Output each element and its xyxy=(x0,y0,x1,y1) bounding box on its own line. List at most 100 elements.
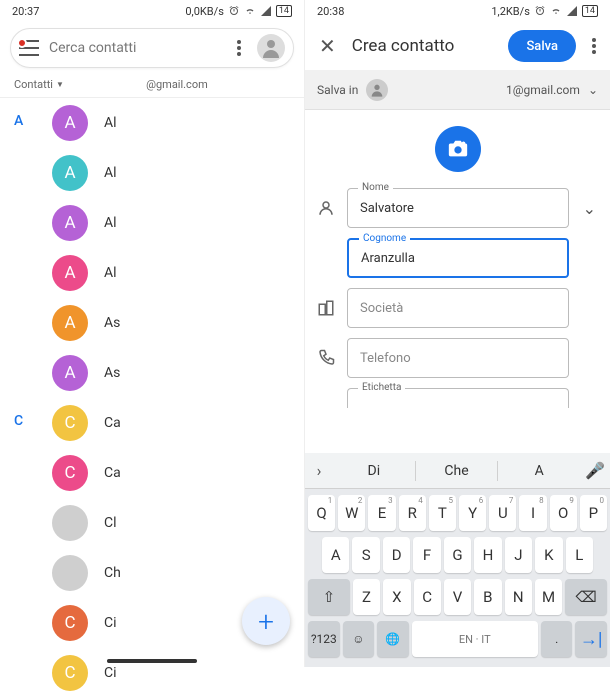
key-p[interactable]: P0 xyxy=(580,495,607,531)
suggestion[interactable]: Di xyxy=(333,461,416,481)
add-photo-button[interactable] xyxy=(435,126,481,172)
key-f[interactable]: F xyxy=(413,537,440,573)
contact-row[interactable]: AAs xyxy=(0,348,304,398)
contact-row[interactable]: CCi xyxy=(0,648,304,698)
suggestion-bar: › DiCheA 🎤 xyxy=(305,453,610,489)
key-c[interactable]: C xyxy=(414,579,441,615)
account-avatar-small xyxy=(366,79,388,101)
key-u[interactable]: U7 xyxy=(489,495,516,531)
tab-all-contacts[interactable]: Contatti▼ xyxy=(14,78,64,91)
contact-row[interactable]: A As xyxy=(0,298,304,348)
period-key[interactable]: . xyxy=(541,621,573,657)
topbar: ✕ Crea contatto Salva xyxy=(305,22,610,70)
expand-name-icon[interactable]: ⌄ xyxy=(579,199,600,218)
key-m[interactable]: M xyxy=(535,579,562,615)
key-s[interactable]: S xyxy=(352,537,379,573)
contact-row[interactable]: AAl xyxy=(0,248,304,298)
key-d[interactable]: D xyxy=(383,537,410,573)
keyboard: › DiCheA 🎤 Q1W2E3R4T5Y6U7I8O9P0 ASDFGHJK… xyxy=(305,453,610,667)
symbols-key[interactable]: ?123 xyxy=(308,621,340,657)
contact-form: Nome Salvatore ⌄ Cognome Aranzulla ⌄ Soc… xyxy=(305,188,610,408)
create-contact-screen: 20:38 1,2KB/s 14 ✕ Crea contatto Salva S… xyxy=(305,0,610,667)
key-x[interactable]: X xyxy=(383,579,410,615)
emoji-key[interactable]: ☺ xyxy=(343,621,375,657)
contact-avatar: A xyxy=(52,255,88,291)
first-name-field[interactable]: Nome Salvatore xyxy=(347,188,569,228)
enter-key[interactable]: →| xyxy=(575,621,607,657)
key-q[interactable]: Q1 xyxy=(308,495,335,531)
contact-row[interactable]: A Al xyxy=(0,198,304,248)
key-n[interactable]: N xyxy=(505,579,532,615)
contact-row[interactable]: Cl xyxy=(0,498,304,548)
status-bar: 20:37 0,0KB/s 14 xyxy=(0,0,304,22)
suggestion[interactable]: Che xyxy=(416,461,499,481)
key-b[interactable]: B xyxy=(474,579,501,615)
status-bar: 20:38 1,2KB/s 14 xyxy=(305,0,610,22)
add-contact-fab[interactable]: + xyxy=(242,597,290,645)
more-icon[interactable] xyxy=(231,40,247,56)
search-bar[interactable]: Cerca contatti xyxy=(10,28,294,68)
save-button[interactable]: Salva xyxy=(508,30,576,62)
hamburger-icon[interactable] xyxy=(19,40,39,56)
account-avatar[interactable] xyxy=(257,34,285,62)
contact-avatar: A xyxy=(52,205,88,241)
key-i[interactable]: I8 xyxy=(519,495,546,531)
suggestion[interactable]: A xyxy=(498,461,580,481)
contact-name: Cl xyxy=(104,515,117,531)
key-g[interactable]: G xyxy=(444,537,471,573)
label-field[interactable]: Etichetta xyxy=(347,388,569,408)
close-icon[interactable]: ✕ xyxy=(313,34,342,58)
search-placeholder: Cerca contatti xyxy=(49,40,221,56)
key-a[interactable]: A xyxy=(322,537,349,573)
key-k[interactable]: K xyxy=(535,537,562,573)
clock: 20:37 xyxy=(12,5,39,18)
contact-avatar: A xyxy=(52,105,88,141)
contact-avatar: C xyxy=(52,455,88,491)
contact-avatar xyxy=(52,555,88,591)
more-icon[interactable] xyxy=(586,38,602,54)
clock: 20:38 xyxy=(317,5,344,18)
shift-key[interactable]: ⇧ xyxy=(308,579,350,615)
nav-handle[interactable] xyxy=(107,659,197,663)
contact-row[interactable]: CCa xyxy=(0,398,304,448)
phone-field[interactable]: Telefono xyxy=(347,338,569,378)
key-o[interactable]: O9 xyxy=(550,495,577,531)
contact-name: As xyxy=(104,315,120,331)
last-name-field[interactable]: Cognome Aranzulla xyxy=(347,238,569,278)
key-h[interactable]: H xyxy=(474,537,501,573)
chevron-down-icon: ⌄ xyxy=(588,83,598,97)
contact-row[interactable]: CCa xyxy=(0,448,304,498)
person-icon xyxy=(315,199,337,217)
mic-icon[interactable]: 🎤 xyxy=(580,461,610,480)
key-l[interactable]: L xyxy=(566,537,593,573)
contact-name: Al xyxy=(104,115,117,131)
globe-key[interactable]: 🌐 xyxy=(377,621,409,657)
contact-row[interactable]: Ch xyxy=(0,548,304,598)
signal-icon xyxy=(566,5,578,17)
space-key[interactable]: EN · IT xyxy=(412,621,538,657)
battery: 14 xyxy=(276,5,292,17)
key-z[interactable]: Z xyxy=(353,579,380,615)
contact-avatar: C xyxy=(52,405,88,441)
wifi-icon xyxy=(550,5,562,17)
key-w[interactable]: W2 xyxy=(338,495,365,531)
save-in-email: 1@gmail.com xyxy=(506,83,580,97)
key-e[interactable]: E3 xyxy=(368,495,395,531)
contact-avatar: A xyxy=(52,305,88,341)
contact-row[interactable]: A Al xyxy=(0,98,304,148)
key-t[interactable]: T5 xyxy=(429,495,456,531)
key-r[interactable]: R4 xyxy=(399,495,426,531)
page-title: Crea contatto xyxy=(352,36,499,56)
key-y[interactable]: Y6 xyxy=(459,495,486,531)
contact-row[interactable]: AAl xyxy=(0,148,304,198)
company-field[interactable]: Società xyxy=(347,288,569,328)
key-v[interactable]: V xyxy=(444,579,471,615)
tab-account[interactable]: @gmail.com xyxy=(64,78,290,91)
save-in-selector[interactable]: Salva in 1@gmail.com ⌄ xyxy=(305,70,610,110)
contact-name: Al xyxy=(104,215,117,231)
expand-suggestions-icon[interactable]: › xyxy=(305,461,333,480)
contact-name: Ci xyxy=(104,665,117,681)
backspace-key[interactable]: ⌫ xyxy=(565,579,607,615)
key-j[interactable]: J xyxy=(505,537,532,573)
contacts-list-screen: 20:37 0,0KB/s 14 Cerca contatti Contatti… xyxy=(0,0,305,667)
